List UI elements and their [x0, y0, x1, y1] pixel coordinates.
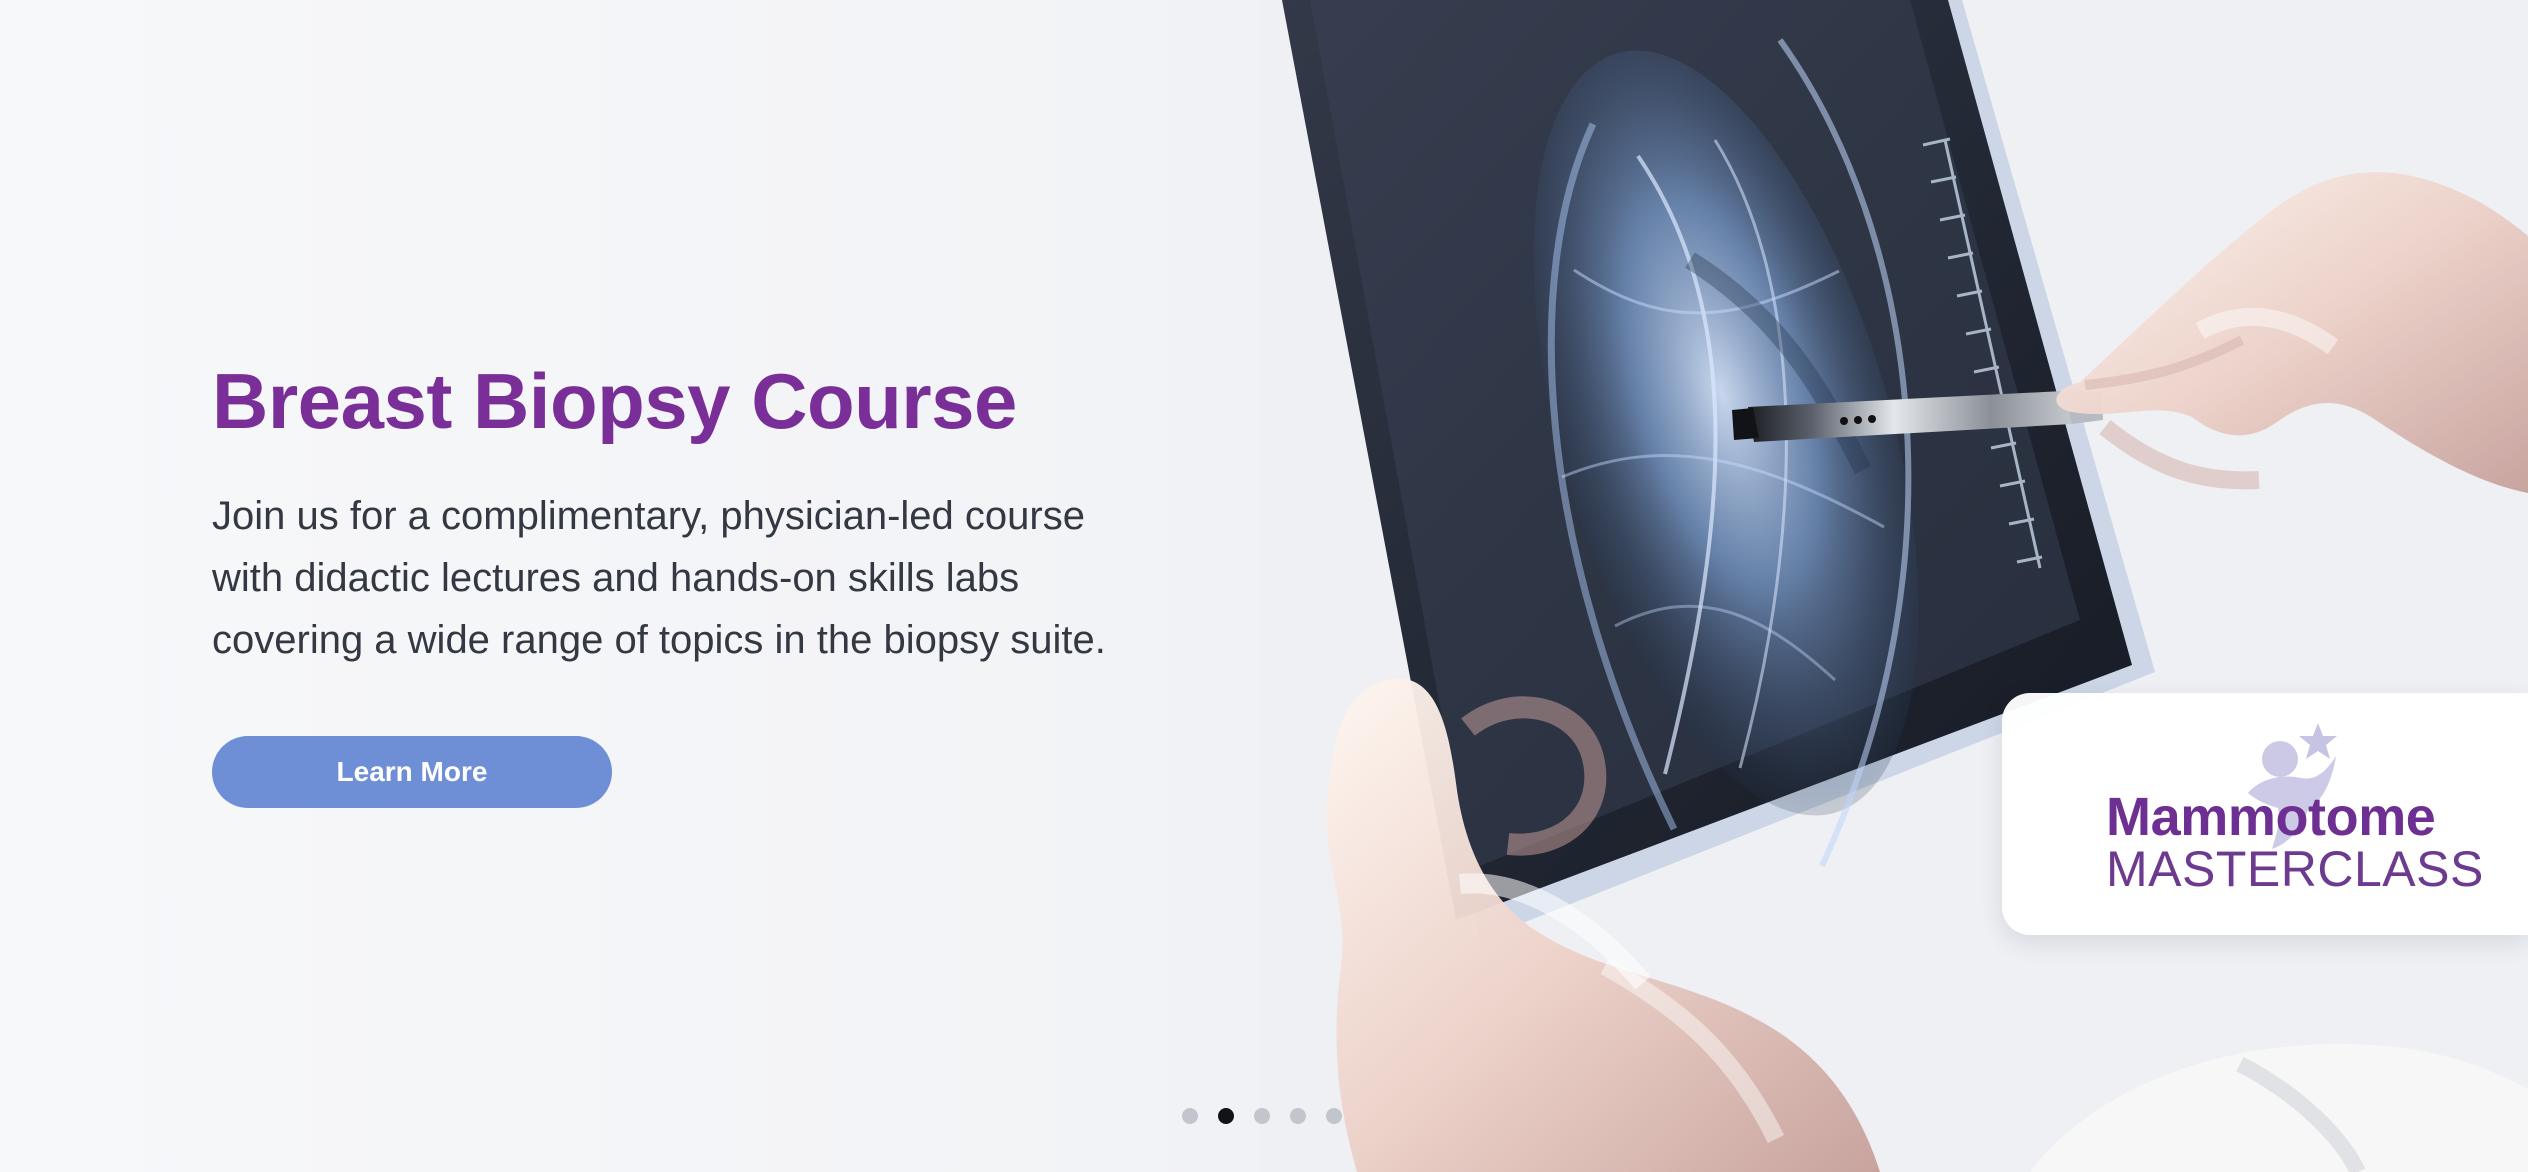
hero-copy: Breast Biopsy Course Join us for a compl… — [212, 355, 1172, 671]
carousel-dot-4[interactable] — [1290, 1108, 1306, 1124]
carousel-dot-2-active[interactable] — [1218, 1108, 1234, 1124]
carousel-pagination — [1182, 1108, 1342, 1124]
badge-title: Mammotome — [2106, 787, 2436, 847]
hero-carousel-slide: Breast Biopsy Course Join us for a compl… — [0, 0, 2528, 1172]
hero-description: Join us for a complimentary, physician-l… — [212, 494, 1106, 662]
carousel-dot-3[interactable] — [1254, 1108, 1270, 1124]
carousel-dot-5[interactable] — [1326, 1108, 1342, 1124]
mammogram-photo — [1260, 0, 2528, 1172]
mammotome-masterclass-badge: Mammotome MASTERCLASS — [2002, 693, 2528, 935]
mammogram-illustration — [1260, 0, 2528, 1172]
carousel-dot-1[interactable] — [1182, 1108, 1198, 1124]
badge-subtitle: MASTERCLASS — [2106, 841, 2484, 897]
hero-title: Breast Biopsy Course — [212, 357, 1017, 445]
learn-more-button[interactable]: Learn More — [212, 736, 612, 808]
